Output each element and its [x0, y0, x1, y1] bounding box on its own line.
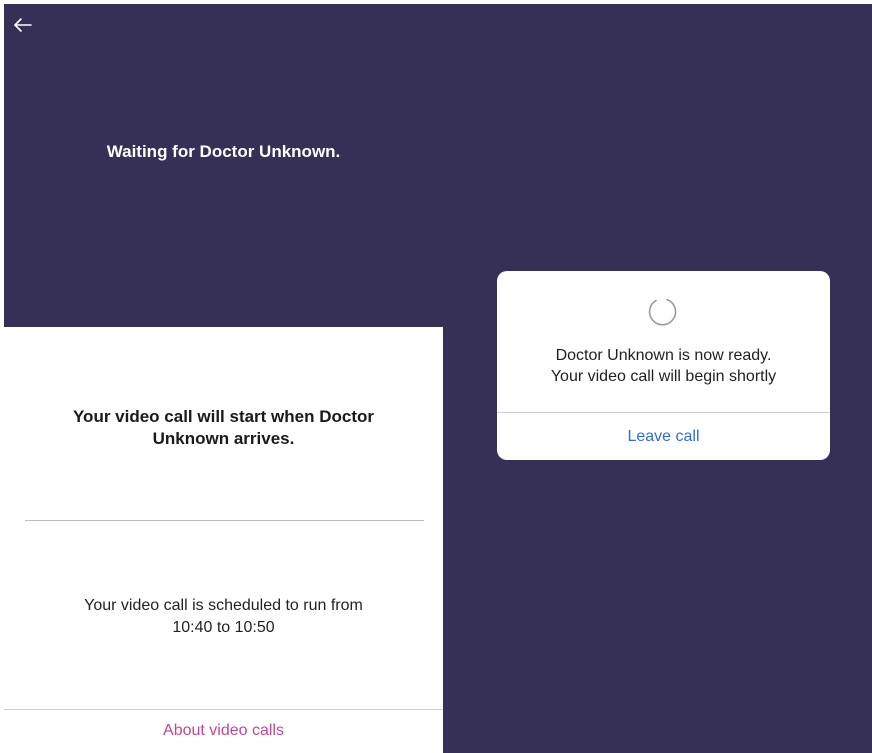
schedule-line2: 10:40 to 10:50: [172, 619, 275, 636]
ready-screen: Doctor Unknown is now ready. Your video …: [443, 4, 872, 753]
schedule-line1: Your video call is scheduled to run from: [84, 597, 363, 614]
ready-line1: Doctor Unknown is now ready.: [555, 347, 772, 364]
schedule-info: Your video call is scheduled to run from…: [34, 595, 413, 639]
app-comparison: Waiting for Doctor Unknown. Your video c…: [0, 0, 872, 753]
ready-line2: Your video call will begin shortly: [550, 368, 777, 385]
waiting-message: Waiting for Doctor Unknown.: [106, 142, 341, 161]
waiting-header: Waiting for Doctor Unknown.: [4, 4, 443, 327]
ready-message: Doctor Unknown is now ready. Your video …: [497, 345, 830, 387]
leave-call-button[interactable]: Leave call: [497, 413, 830, 460]
section-divider: [25, 520, 424, 521]
loading-spinner-icon: [645, 294, 681, 330]
about-video-calls-link[interactable]: About video calls: [4, 722, 443, 740]
waiting-body: Your video call will start when Doctor U…: [4, 327, 443, 753]
ready-dialog: Doctor Unknown is now ready. Your video …: [497, 271, 830, 460]
start-info: Your video call will start when Doctor U…: [44, 406, 403, 450]
start-info-line1: Your video call will start when Doctor: [72, 407, 375, 426]
waiting-screen: Waiting for Doctor Unknown. Your video c…: [4, 4, 443, 753]
footer-divider: [4, 709, 443, 710]
arrow-left-icon[interactable]: [12, 14, 34, 36]
start-info-line2: Unknown arrives.: [152, 429, 295, 448]
